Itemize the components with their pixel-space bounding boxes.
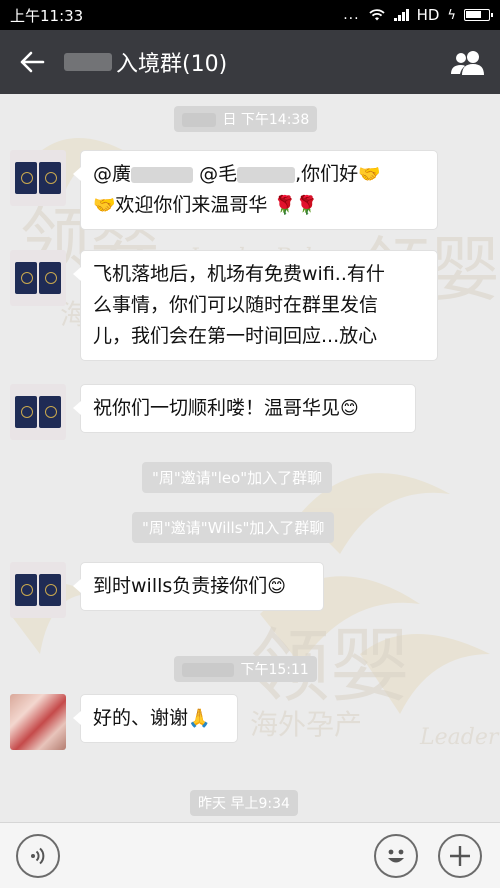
plus-icon — [450, 846, 470, 866]
chat-header: 入境群(10) — [0, 30, 500, 94]
message-bubble[interactable]: 祝你们一切顺利喽！温哥华见😊 — [73, 384, 416, 433]
timestamp: 下午15:11 — [174, 656, 317, 682]
more-actions-button[interactable] — [438, 834, 482, 878]
message-line: 么事情，你们可以随时在群里发信 — [93, 294, 379, 316]
input-bar — [0, 822, 500, 888]
wifi-icon — [368, 9, 385, 21]
chat-title: 入境群(10) — [64, 46, 227, 78]
sender-avatar[interactable] — [10, 150, 66, 206]
system-notice: "周"邀请"Wills"加入了群聊 — [132, 512, 335, 543]
message-bubble[interactable]: 到时wills负责接你们😊 — [73, 562, 324, 611]
rose-emoji-icon: 🌹 — [295, 195, 319, 216]
message-line: @廣 @毛 ,你们好🤝 — [93, 159, 425, 190]
group-members-button[interactable] — [436, 30, 500, 94]
sender-avatar[interactable] — [10, 562, 66, 618]
charging-icon: ϟ — [447, 7, 456, 23]
more-dots-icon: ... — [343, 7, 360, 23]
battery-icon — [464, 9, 493, 21]
sender-avatar[interactable] — [10, 250, 66, 306]
message-line: 飞机落地后，机场有免费wifi..有什 — [93, 263, 385, 285]
status-time: 上午11:33 — [10, 6, 84, 25]
praying-hands-emoji-icon: 🙏 — [188, 708, 211, 729]
svg-text:海外孕产: 海外孕产 — [250, 708, 362, 741]
emoji-button[interactable] — [374, 834, 418, 878]
message-list[interactable]: 领婴 领婴 领婴 海外孕产 海外孕产 Leader Baby Leader Ba… — [0, 94, 500, 822]
message-bubble[interactable]: @廣 @毛 ,你们好🤝 🤝欢迎你们来温哥华 🌹🌹 — [73, 150, 438, 230]
message-line: 儿，我们会在第一时间回应...放心 — [93, 325, 378, 347]
system-notice: "周"邀请"leo"加入了群聊 — [142, 462, 333, 493]
timestamp: 昨天 早上9:34 — [190, 790, 298, 816]
group-members-icon — [451, 51, 484, 75]
handshake-emoji-icon: 🤝 — [93, 195, 116, 216]
sender-avatar[interactable] — [10, 694, 66, 750]
message-text: 祝你们一切顺利喽！温哥华见 — [93, 397, 341, 419]
network-type: HD — [416, 6, 440, 24]
handshake-emoji-icon: 🤝 — [358, 164, 381, 185]
svg-text:Leader Baby: Leader Baby — [419, 725, 500, 750]
timestamp: 日 下午14:38 — [174, 106, 318, 132]
smile-emoji-icon: 😊 — [267, 576, 287, 597]
smiley-icon — [388, 849, 404, 863]
censored-name — [64, 53, 112, 71]
voice-icon — [31, 847, 45, 865]
back-button[interactable] — [0, 30, 64, 94]
rose-emoji-icon: 🌹 — [273, 195, 296, 216]
status-bar: 上午11:33 ... HD ϟ — [0, 0, 500, 30]
status-icons: ... HD ϟ — [343, 6, 493, 24]
smile-emoji-icon: 😊 — [340, 398, 359, 419]
message-bubble[interactable]: 飞机落地后，机场有免费wifi..有什 么事情，你们可以随时在群里发信 儿，我们… — [73, 250, 438, 361]
chat-title-text: 入境群(10) — [116, 52, 228, 77]
signal-icon — [393, 9, 409, 21]
message-text: 到时wills负责接你们 — [93, 575, 268, 597]
message-bubble[interactable]: 好的、谢谢🙏 — [73, 694, 238, 743]
sender-avatar[interactable] — [10, 384, 66, 440]
voice-button[interactable] — [16, 834, 60, 878]
message-text: 好的、谢谢 — [93, 707, 189, 729]
back-arrow-icon — [20, 51, 45, 73]
message-line: 🤝欢迎你们来温哥华 🌹🌹 — [93, 190, 425, 221]
